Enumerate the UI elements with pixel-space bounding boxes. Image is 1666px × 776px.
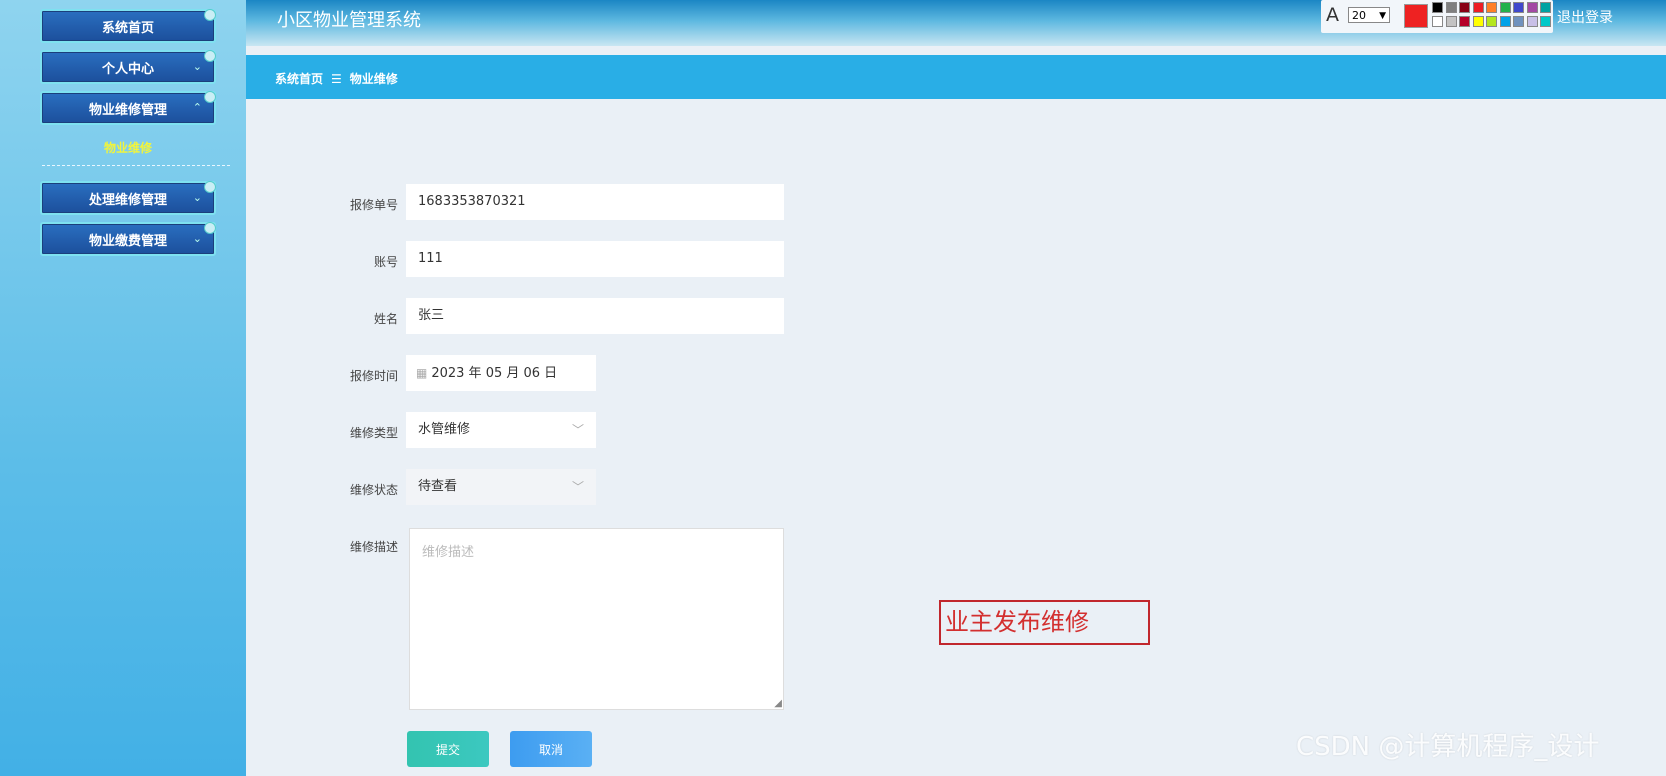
account-label: 账号	[373, 255, 398, 269]
color-swatch[interactable]	[1526, 2, 1538, 13]
decor-dot-icon	[204, 50, 216, 62]
breadcrumb: 系统首页 ☰ 物业维修	[275, 70, 398, 87]
status-label: 维修状态	[349, 483, 398, 497]
date-picker[interactable]: ▦ 2023 年 05 月 06 日	[406, 355, 596, 391]
order-no-label: 报修单号	[349, 198, 398, 212]
color-swatch[interactable]	[1486, 16, 1497, 27]
chevron-down-icon: ﹀	[571, 423, 584, 437]
color-swatch[interactable]	[1513, 2, 1524, 13]
date-value: 2023 年 05 月 06 日	[431, 366, 558, 381]
color-swatch[interactable]	[1472, 16, 1484, 27]
breadcrumb-current: 物业维修	[349, 72, 398, 86]
color-swatch[interactable]	[1540, 16, 1551, 27]
resize-handle-icon[interactable]: ◢	[774, 698, 782, 709]
sidebar-item-fee-management[interactable]: 物业缴费管理 ⌄	[40, 222, 216, 256]
repair-status-select[interactable]: 待查看 ﹀	[406, 469, 596, 505]
font-size-select[interactable]: 20 ▼	[1348, 7, 1390, 23]
sidebar-item-label: 物业缴费管理	[88, 233, 167, 249]
name-label: 姓名	[373, 312, 398, 326]
repair-status-value: 待查看	[418, 479, 458, 494]
color-swatch[interactable]	[1472, 2, 1484, 13]
breadcrumb-home[interactable]: 系统首页	[275, 72, 323, 86]
color-swatch[interactable]	[1445, 2, 1457, 13]
color-swatch[interactable]	[1432, 2, 1443, 13]
font-icon[interactable]: A	[1326, 4, 1339, 26]
current-color-swatch[interactable]	[1404, 4, 1428, 28]
sidebar-item-personal-center[interactable]: 个人中心 ⌄	[40, 50, 216, 84]
app-title: 小区物业管理系统	[277, 10, 421, 31]
divider	[42, 165, 230, 166]
cancel-button[interactable]: 取消	[510, 731, 592, 767]
sidebar-item-repair-management[interactable]: 物业维修管理 ⌃	[40, 91, 216, 125]
sidebar-item-label: 系统首页	[101, 20, 154, 36]
description-textarea[interactable]: 维修描述 ◢	[409, 528, 784, 710]
time-label: 报修时间	[349, 369, 398, 383]
annotation-box: 业主发布维修	[939, 600, 1150, 645]
sidebar-item-label: 处理维修管理	[88, 192, 167, 208]
color-swatch[interactable]	[1486, 2, 1497, 13]
description-placeholder: 维修描述	[422, 545, 475, 560]
breadcrumb-bar	[246, 55, 1666, 99]
color-swatch[interactable]	[1540, 2, 1551, 13]
sidebar-item-home[interactable]: 系统首页	[40, 9, 216, 43]
repair-type-value: 水管维修	[418, 422, 471, 437]
decor-dot-icon	[204, 9, 216, 21]
chevron-down-icon: ⌄	[192, 191, 202, 204]
color-swatch[interactable]	[1499, 16, 1511, 27]
color-swatch[interactable]	[1513, 16, 1524, 27]
chevron-down-icon: ⌄	[192, 60, 202, 73]
logout-link[interactable]: 退出登录	[1557, 7, 1613, 27]
description-label: 维修描述	[349, 540, 398, 554]
repair-type-select[interactable]: 水管维修 ﹀	[406, 412, 596, 448]
decor-dot-icon	[204, 91, 216, 103]
sidebar-item-label: 物业维修管理	[88, 102, 167, 118]
sidebar-item-label: 个人中心	[101, 61, 154, 77]
color-swatch[interactable]	[1499, 2, 1511, 13]
color-swatch[interactable]	[1445, 16, 1457, 27]
order-no-field[interactable]: 1683353870321	[406, 184, 784, 220]
chevron-up-icon: ⌃	[192, 101, 202, 114]
calendar-icon: ▦	[416, 366, 428, 380]
decor-dot-icon	[204, 222, 216, 234]
caret-down-icon: ▼	[1379, 11, 1386, 21]
submit-button[interactable]: 提交	[407, 731, 489, 767]
color-swatch[interactable]	[1459, 16, 1470, 27]
name-field[interactable]: 张三	[406, 298, 784, 334]
color-swatch[interactable]	[1432, 16, 1443, 27]
type-label: 维修类型	[349, 426, 398, 440]
color-swatch[interactable]	[1526, 16, 1538, 27]
chevron-down-icon: ﹀	[571, 480, 584, 494]
account-field[interactable]: 111	[406, 241, 784, 277]
breadcrumb-separator-icon: ☰	[331, 72, 342, 86]
decor-dot-icon	[204, 181, 216, 193]
watermark: CSDN @计算机程序_设计	[1296, 732, 1600, 762]
sidebar-subitem-repair[interactable]: 物业维修	[40, 139, 216, 156]
sidebar-item-handle-repair[interactable]: 处理维修管理 ⌄	[40, 181, 216, 215]
font-size-value: 20	[1352, 9, 1366, 22]
chevron-down-icon: ⌄	[192, 232, 202, 245]
color-swatch[interactable]	[1459, 2, 1470, 13]
